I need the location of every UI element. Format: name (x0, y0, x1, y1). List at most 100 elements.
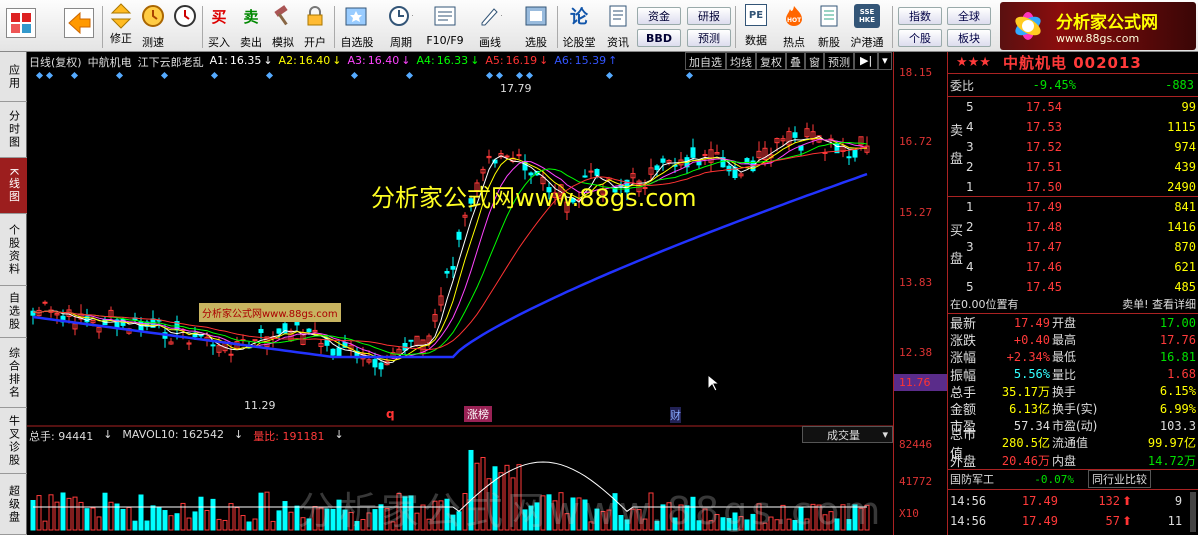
predict-button[interactable]: 预测 (824, 52, 854, 70)
buy-icon: 买 (211, 7, 227, 26)
bid-row[interactable]: 5 17.45 485 (966, 278, 1198, 296)
tick-scrollbar[interactable] (1190, 492, 1196, 532)
bid-row[interactable]: 1 17.49 841 (966, 198, 1198, 216)
quote-label: 内盘 (1052, 453, 1077, 468)
quote-value: 5.56% (1013, 367, 1050, 382)
overlay-button[interactable]: 叠 (786, 52, 805, 70)
candle (258, 328, 264, 334)
window-button[interactable]: 窗 (805, 52, 824, 70)
candle (252, 339, 258, 342)
bid-price: 17.46 (1025, 260, 1062, 274)
toolbar-speed-button[interactable]: 测速 (138, 4, 168, 50)
toolbar-data-button[interactable]: PE 数据 (740, 4, 772, 50)
fund-button[interactable]: 资金 (637, 7, 681, 25)
ask-row[interactable]: 1 17.50 2490 (966, 178, 1198, 196)
candle (582, 175, 588, 178)
sector-name[interactable]: 国防军工 (948, 471, 1018, 487)
nav-profile[interactable]: 个股资料 (0, 214, 27, 286)
limit-up-marker[interactable]: 涨榜 (464, 406, 492, 422)
nav-ranking[interactable]: 综合排名 (0, 338, 27, 408)
ask-volume: 974 (1174, 140, 1196, 154)
candle (372, 359, 378, 368)
toolbar-period-button[interactable]: 周期 (383, 4, 419, 50)
toolbar-select-stock-button[interactable]: 选股 (516, 4, 556, 50)
kline-chart[interactable]: 日线(复权) 中航机电 江下云郎老乱 A1: 16.35 ↓ A2: 16.40 ↓ A3:… (27, 52, 893, 535)
kline-svg[interactable] (27, 52, 893, 535)
ask-level: 2 (966, 160, 974, 174)
view-detail-link[interactable]: 卖单! 查看详细 (1078, 296, 1196, 312)
up-arrow-icon: ⬆ (1122, 494, 1133, 508)
nav-super-panel[interactable]: 超级盘 (0, 474, 27, 535)
hot-icon: HOT (782, 4, 806, 28)
collapse-icon[interactable]: ▶| (854, 52, 879, 70)
toolbar-hot-button[interactable]: HOT 热点 (778, 4, 810, 50)
global-button[interactable]: 全球 (947, 7, 991, 25)
toolbar-account-button[interactable]: 开户 (301, 4, 329, 50)
dropdown-icon[interactable]: ▾ (878, 52, 892, 70)
toolbar-draw-button[interactable]: 画线 (472, 4, 508, 50)
tick-time: 14:56 (950, 514, 987, 528)
ask-row[interactable]: 4 17.53 1115 (966, 118, 1198, 136)
bid-row[interactable]: 2 17.48 1416 (966, 218, 1198, 236)
ask-row[interactable]: 2 17.51 439 (966, 158, 1198, 176)
toolbar-simulate-button[interactable]: 模拟 (269, 4, 297, 50)
toolbar-back-button[interactable] (64, 4, 94, 50)
toolbar-label: 画线 (479, 36, 501, 49)
toolbar-buy-button[interactable]: 买 买入 (205, 4, 233, 50)
nav-watchlist[interactable]: 自选股 (0, 286, 27, 338)
finance-marker[interactable]: 财 (670, 407, 681, 423)
bid-price: 17.45 (1025, 280, 1062, 294)
toolbar-f10-button[interactable]: F10/F9 (424, 4, 466, 50)
nav-diagnosis[interactable]: 牛叉诊股 (0, 408, 27, 474)
volume-bar (276, 510, 282, 531)
nav-timeshare[interactable]: 分时图 (0, 102, 27, 158)
nav-app[interactable]: 应用 (0, 52, 27, 102)
toolbar-watchlist-button[interactable]: 自选股 (338, 4, 376, 50)
bid-row[interactable]: 3 17.47 870 (966, 238, 1198, 256)
forecast-button[interactable]: 预测 (687, 29, 731, 47)
q-marker[interactable]: q (386, 407, 395, 421)
weibi-diff: -883 (1165, 78, 1194, 92)
toolbar-forum-button[interactable]: 论 论股堂 (560, 4, 598, 50)
high-label: 17.79 (500, 82, 532, 95)
sector-button[interactable]: 板块 (947, 29, 991, 47)
quote-panel: ★★★ 中航机电 002013 委比 -9.45% -883 卖盘 5 17.54… (947, 52, 1198, 535)
period-label[interactable]: 日线(复权) (29, 54, 82, 70)
nav-kline[interactable]: K线图 (0, 158, 27, 214)
single-stock-button[interactable]: 个股 (898, 29, 942, 47)
toolbar-sell-button[interactable]: 卖 卖出 (237, 4, 265, 50)
index-button[interactable]: 指数 (898, 7, 942, 25)
ma-value-4: A4: 16.33 ↓ (416, 54, 479, 70)
volume-bar (264, 491, 270, 531)
indicator-dropdown[interactable]: 成交量 ▾ (802, 426, 893, 443)
volume-bar (162, 510, 168, 531)
toolbar-hk-connect-button[interactable]: SSE HKE 沪港通 (847, 4, 887, 50)
research-button[interactable]: 研报 (687, 7, 731, 25)
bid-level: 1 (966, 200, 974, 214)
bbd-button[interactable]: BBD (637, 29, 681, 47)
toolbar-label: 资讯 (607, 36, 629, 49)
ask-row[interactable]: 5 17.54 99 (966, 98, 1198, 116)
volume-bar (174, 513, 180, 531)
toolbar-fix-button[interactable]: 修正 (106, 3, 136, 50)
ask-row[interactable]: 3 17.52 974 (966, 138, 1198, 156)
toolbar-clock-button[interactable] (170, 4, 200, 50)
industry-compare-button[interactable]: 同行业比较 (1088, 470, 1151, 488)
ma-button[interactable]: 均线 (726, 52, 756, 70)
tick-row: 14:56 17.49 132 ⬆ 9 (950, 492, 1188, 510)
chart-tools: 加自选 均线 复权 叠 窗 预测 ▶| ▾ (685, 52, 892, 70)
adjust-button[interactable]: 复权 (756, 52, 786, 70)
add-watch-button[interactable]: 加自选 (685, 52, 726, 70)
candle (516, 154, 522, 157)
signal-diamond (160, 71, 169, 80)
formula-label[interactable]: 江下云郎老乱 (138, 54, 204, 70)
toolbar-new-stock-button[interactable]: 新股 (814, 4, 844, 50)
bid-level: 2 (966, 220, 974, 234)
toolbar-grid-button[interactable] (6, 4, 36, 50)
center-watermark: 分析家公式网www.88gs.com (371, 184, 697, 212)
mouse-cursor-icon (707, 374, 721, 392)
bid-price: 17.47 (1025, 240, 1062, 254)
bid-row[interactable]: 4 17.46 621 (966, 258, 1198, 276)
toolbar-news-button[interactable]: 资讯 (603, 4, 633, 50)
quote-label: 最新 (950, 317, 977, 332)
